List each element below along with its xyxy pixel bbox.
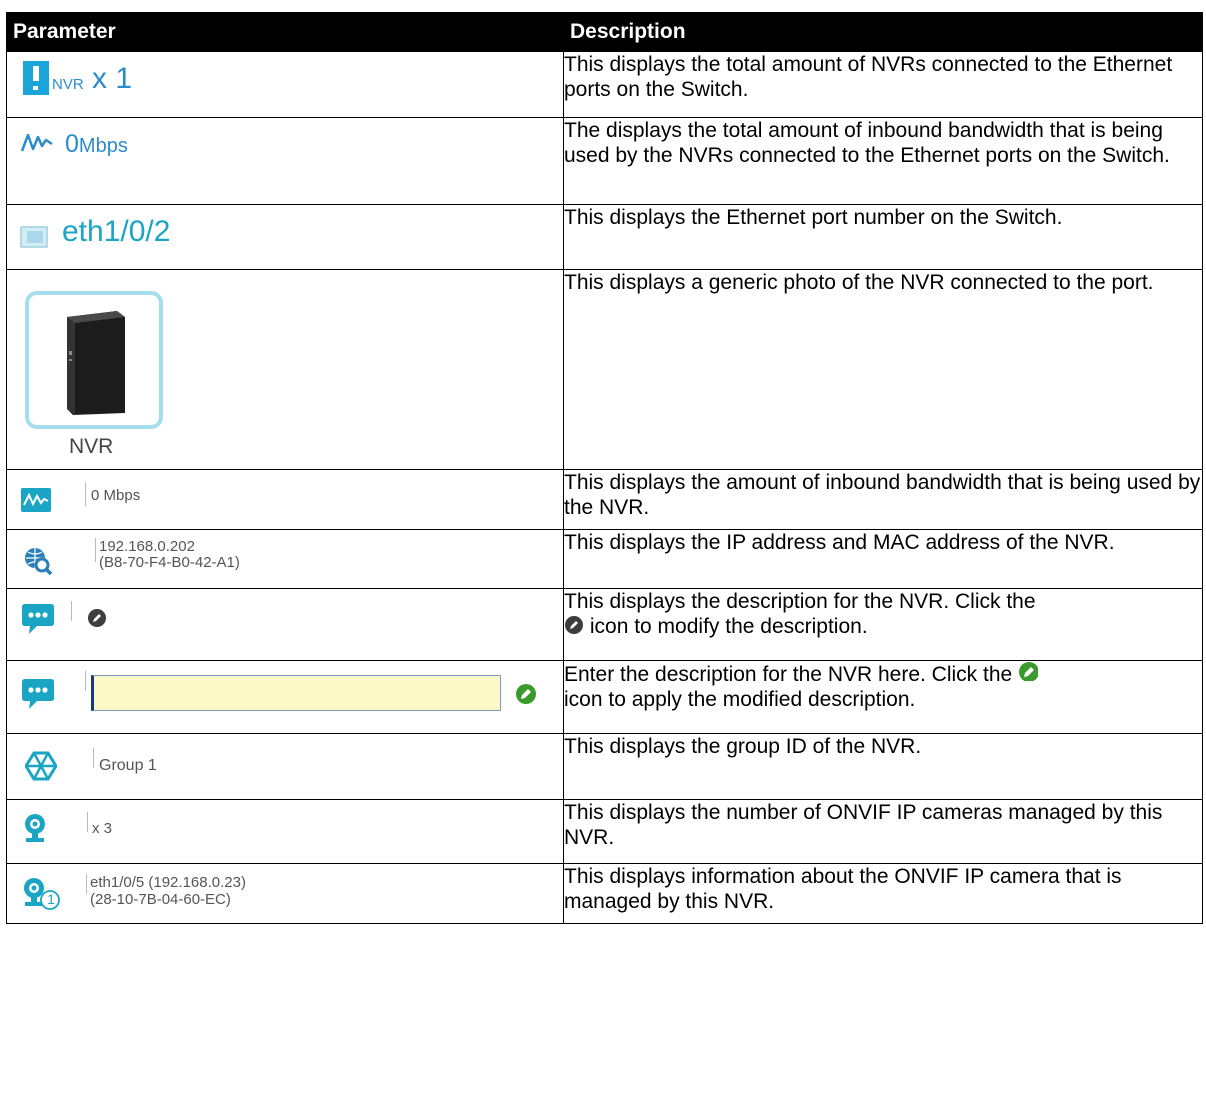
- camera-badge-number: 1: [47, 891, 55, 907]
- param-cell: [6, 660, 564, 734]
- mac-address: (B8-70-F4-B0-42-A1): [99, 554, 240, 571]
- nvr-device-icon: [67, 311, 125, 415]
- param-cell: Group 1: [6, 733, 564, 800]
- green-pencil-icon[interactable]: [515, 683, 537, 705]
- table-row: x 3 This displays the number of ONVIF IP…: [6, 799, 1203, 864]
- nvr-description-input[interactable]: [91, 675, 501, 711]
- table-row: NVR This displays a generic photo of the…: [6, 269, 1203, 470]
- camera-port-ip: eth1/0/5 (192.168.0.23): [90, 874, 246, 891]
- divider: [95, 538, 96, 562]
- description-cell: This displays the Ethernet port number o…: [563, 204, 1203, 270]
- nvr-bandwidth: 0 Mbps: [91, 487, 141, 504]
- param-cell: 0 Mbps: [6, 469, 564, 530]
- camera-mac: (28-10-7B-04-60-EC): [90, 891, 231, 908]
- description-cell: This displays information about the ONVI…: [563, 863, 1203, 924]
- description-cell: This displays the number of ONVIF IP cam…: [563, 799, 1203, 864]
- bandwidth-icon: [21, 133, 53, 152]
- table-row: 1 eth1/0/5 (192.168.0.23) (28-10-7B-04-6…: [6, 863, 1203, 924]
- param-cell: NVR x 1: [6, 51, 564, 118]
- param-cell: [6, 588, 564, 661]
- nvr-icon: [23, 61, 49, 95]
- table-row: eth1/0/2 This displays the Ethernet port…: [6, 204, 1203, 270]
- table-row: 0Mbps The displays the total amount of i…: [6, 117, 1203, 205]
- table-header-row: Parameter Description: [6, 12, 1203, 52]
- chat-icon: [22, 604, 54, 634]
- param-cell: eth1/0/2: [6, 204, 564, 270]
- divider: [93, 748, 94, 768]
- description-cell: The displays the total amount of inbound…: [563, 117, 1203, 205]
- nvr-photo-label: NVR: [69, 435, 114, 458]
- description-cell: This displays the amount of inbound band…: [563, 469, 1203, 530]
- header-parameter: Parameter: [6, 12, 564, 52]
- table-row: 0 Mbps This displays the amount of inbou…: [6, 469, 1203, 530]
- description-cell: This displays the description for the NV…: [563, 588, 1203, 661]
- nvr-small-label: NVR: [52, 76, 84, 93]
- header-description: Description: [563, 12, 1203, 52]
- table-row: Group 1 This displays the group ID of th…: [6, 733, 1203, 800]
- pencil-icon[interactable]: [87, 608, 107, 628]
- description-cell: Enter the description for the NVR here. …: [563, 660, 1203, 734]
- green-pencil-icon: [1019, 662, 1039, 681]
- table-row: 192.168.0.202 (B8-70-F4-B0-42-A1) This d…: [6, 529, 1203, 589]
- divider: [71, 601, 72, 621]
- param-cell: 0Mbps: [6, 117, 564, 205]
- port-icon: [20, 226, 48, 248]
- param-cell: 1 eth1/0/5 (192.168.0.23) (28-10-7B-04-6…: [6, 863, 564, 924]
- parameter-table: Parameter Description NVR x 1 This displ…: [6, 12, 1203, 924]
- divider: [85, 671, 86, 691]
- port-number: eth1/0/2: [62, 215, 171, 248]
- description-cell: This displays a generic photo of the NVR…: [563, 269, 1203, 470]
- param-cell: 192.168.0.202 (B8-70-F4-B0-42-A1): [6, 529, 564, 589]
- pencil-icon: [565, 616, 583, 634]
- table-row: NVR x 1 This displays the total amount o…: [6, 51, 1203, 118]
- param-cell: NVR: [6, 269, 564, 470]
- ip-search-icon: [25, 548, 53, 576]
- total-bandwidth-value: 0Mbps: [65, 130, 128, 158]
- divider: [87, 812, 88, 832]
- description-cell: This displays the group ID of the NVR.: [563, 733, 1203, 800]
- table-row: Enter the description for the NVR here. …: [6, 660, 1203, 734]
- nvr-photo: [25, 291, 163, 429]
- camera-icon: [25, 814, 45, 842]
- description-cell: This displays the IP address and MAC add…: [563, 529, 1203, 589]
- nvr-count: x 1: [92, 62, 133, 95]
- group-icon: [25, 751, 57, 781]
- chat-icon: [22, 679, 54, 709]
- table-row: This displays the description for the NV…: [6, 588, 1203, 661]
- group-id: Group 1: [99, 757, 157, 774]
- ip-address: 192.168.0.202: [99, 538, 195, 555]
- divider: [85, 482, 86, 506]
- bandwidth-icon: [21, 488, 51, 512]
- divider: [86, 874, 87, 894]
- camera-count: x 3: [92, 820, 113, 837]
- description-cell: This displays the total amount of NVRs c…: [563, 51, 1203, 118]
- param-cell: x 3: [6, 799, 564, 864]
